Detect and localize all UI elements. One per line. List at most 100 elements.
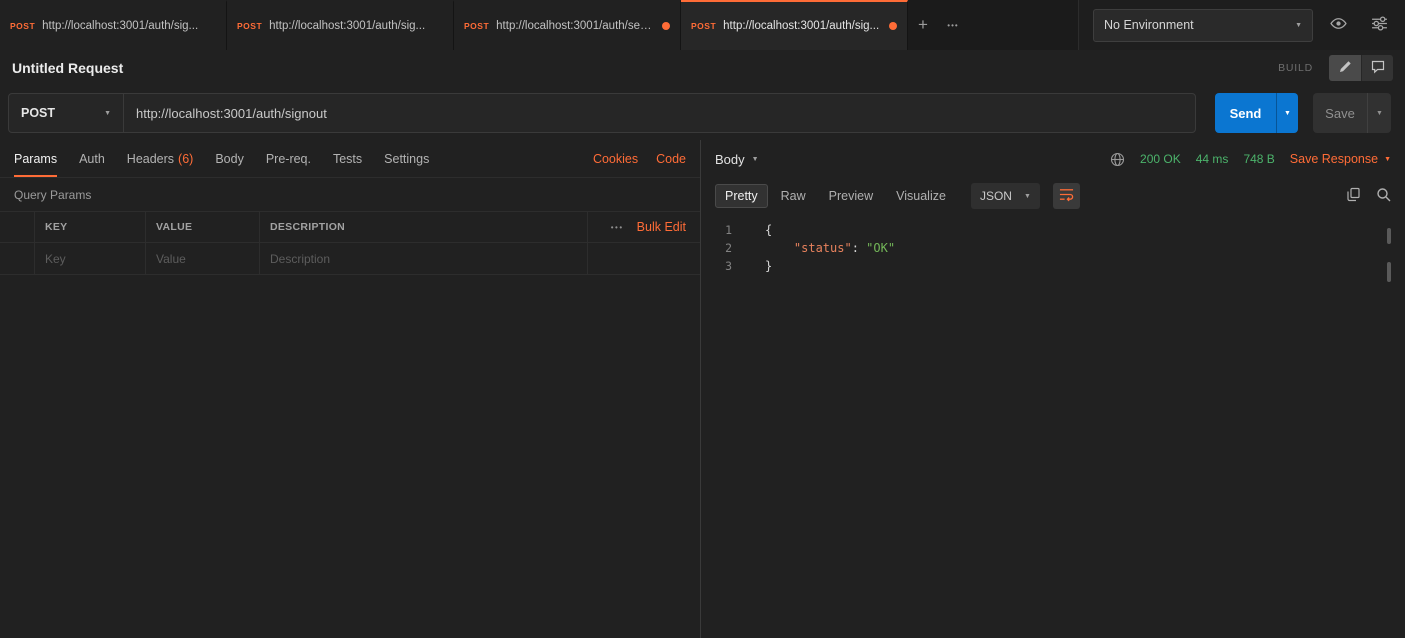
response-stats: 200 OK 44 ms 748 B Save Response ▼	[1110, 152, 1391, 167]
code-link[interactable]: Code	[656, 152, 686, 166]
new-tab-button[interactable]: +	[908, 0, 938, 50]
chevron-down-icon: ▼	[1295, 22, 1302, 29]
environment-selector[interactable]: No Environment ▼	[1093, 9, 1313, 42]
chevron-down-icon: ▼	[1376, 110, 1383, 117]
tab-settings[interactable]: Settings	[384, 140, 429, 177]
title-actions-group	[1329, 55, 1393, 81]
view-tab-visualize[interactable]: Visualize	[886, 184, 956, 208]
param-value-input[interactable]	[156, 252, 249, 266]
environment-area: No Environment ▼	[1078, 0, 1405, 50]
response-line-numbers: 123	[701, 221, 749, 638]
request-panel: Params Auth Headers (6) Body Pre-req. Te…	[0, 140, 701, 638]
copy-icon	[1346, 187, 1361, 205]
params-menu-icon[interactable]: •••	[611, 223, 624, 232]
request-tab-3[interactable]: POST http://localhost:3001/auth/ses...	[454, 0, 681, 50]
save-options-button[interactable]: ▼	[1367, 93, 1391, 133]
pencil-icon	[1338, 60, 1352, 77]
tab-pre-request[interactable]: Pre-req.	[266, 140, 311, 177]
method-selector[interactable]: POST ▼	[9, 94, 124, 132]
search-response-button[interactable]	[1376, 187, 1391, 205]
request-tab-2[interactable]: POST http://localhost:3001/auth/sig...	[227, 0, 454, 50]
chevron-down-icon: ▼	[1024, 193, 1031, 200]
view-tab-preview[interactable]: Preview	[819, 184, 883, 208]
response-format-selector[interactable]: JSON ▼	[971, 183, 1040, 209]
tab-title: http://localhost:3001/auth/sig...	[723, 20, 881, 32]
cookies-link[interactable]: Cookies	[593, 152, 638, 166]
wrap-text-button[interactable]	[1053, 183, 1080, 209]
environment-quick-look-button[interactable]	[1322, 9, 1354, 41]
row-checkbox-cell	[0, 243, 35, 274]
chevron-down-icon: ▼	[752, 156, 759, 163]
column-header-value: VALUE	[156, 221, 192, 233]
response-body-viewer: 123 { "status": "OK"}	[701, 214, 1405, 638]
comments-button[interactable]	[1361, 55, 1393, 81]
response-meta-row: Body ▼ 200 OK 44 ms 748 B Save Response …	[701, 140, 1405, 178]
select-all-cell	[0, 212, 35, 242]
param-description-input[interactable]	[270, 252, 577, 266]
column-header-description: DESCRIPTION	[270, 221, 345, 233]
tab-body[interactable]: Body	[215, 140, 244, 177]
tab-auth[interactable]: Auth	[79, 140, 105, 177]
build-label: BUILD	[1278, 62, 1313, 74]
request-title-row: Untitled Request BUILD	[0, 50, 1405, 86]
request-tabs-links: Cookies Code	[593, 152, 686, 166]
chevron-down-icon: ▼	[1384, 156, 1391, 163]
title-row-actions: BUILD	[1278, 55, 1393, 81]
unsaved-changes-dot	[662, 22, 670, 30]
chevron-down-icon: ▼	[1284, 110, 1291, 117]
tab-params[interactable]: Params	[14, 140, 57, 177]
comment-icon	[1371, 60, 1385, 77]
request-tabs-bar: Params Auth Headers (6) Body Pre-req. Te…	[0, 140, 700, 178]
query-params-table: KEY VALUE DESCRIPTION ••• Bulk Edit	[0, 211, 700, 275]
network-info-icon[interactable]	[1110, 152, 1125, 167]
method-label: POST	[21, 106, 55, 120]
param-key-input[interactable]	[45, 252, 135, 266]
response-body-selector[interactable]: Body ▼	[715, 152, 759, 167]
params-empty-row	[0, 243, 700, 275]
send-button[interactable]: Send	[1215, 93, 1276, 133]
tab-options-button[interactable]: •••	[938, 0, 968, 50]
method-badge: POST	[691, 21, 716, 31]
chevron-down-icon: ▼	[104, 110, 111, 117]
params-header-row: KEY VALUE DESCRIPTION ••• Bulk Edit	[0, 211, 700, 243]
environment-settings-button[interactable]	[1363, 9, 1395, 41]
response-toolbar-right	[1346, 187, 1391, 205]
tab-label: Pre-req.	[266, 152, 311, 166]
tab-title: http://localhost:3001/auth/ses...	[496, 20, 654, 32]
tab-label: Body	[215, 152, 244, 166]
request-title: Untitled Request	[12, 60, 123, 76]
plus-icon: +	[918, 15, 928, 35]
more-icon: •••	[947, 21, 958, 30]
method-badge: POST	[10, 21, 35, 31]
url-input[interactable]	[124, 94, 1195, 132]
format-label: JSON	[980, 189, 1012, 203]
eye-icon	[1330, 15, 1347, 35]
save-response-button[interactable]: Save Response ▼	[1290, 152, 1391, 166]
view-tab-pretty[interactable]: Pretty	[715, 184, 768, 208]
view-tab-raw[interactable]: Raw	[771, 184, 816, 208]
save-button[interactable]: Save	[1313, 93, 1367, 133]
response-body-label: Body	[715, 152, 745, 167]
response-view-toolbar: Pretty Raw Preview Visualize JSON ▼	[701, 178, 1405, 214]
response-scrollbar-mark[interactable]	[1387, 262, 1391, 282]
tab-title: http://localhost:3001/auth/sig...	[269, 20, 443, 32]
request-tab-4-active[interactable]: POST http://localhost:3001/auth/sig...	[681, 0, 908, 50]
edit-request-button[interactable]	[1329, 55, 1361, 81]
tab-tests[interactable]: Tests	[333, 140, 362, 177]
row-actions-cell	[588, 243, 700, 274]
url-bar-row: POST ▼ Send ▼ Save ▼	[0, 86, 1405, 140]
response-panel: Body ▼ 200 OK 44 ms 748 B Save Response …	[701, 140, 1405, 638]
send-options-button[interactable]: ▼	[1276, 93, 1298, 133]
response-code[interactable]: { "status": "OK"}	[749, 221, 895, 638]
sliders-icon	[1371, 15, 1388, 35]
request-tab-1[interactable]: POST http://localhost:3001/auth/sig...	[0, 0, 227, 50]
response-scrollbar-mark[interactable]	[1387, 228, 1391, 244]
headers-count-badge: (6)	[178, 152, 193, 166]
tab-label: Headers	[127, 152, 174, 166]
tab-title: http://localhost:3001/auth/sig...	[42, 20, 216, 32]
main-split: Params Auth Headers (6) Body Pre-req. Te…	[0, 140, 1405, 638]
unsaved-changes-dot	[889, 22, 897, 30]
tab-headers[interactable]: Headers (6)	[127, 140, 194, 177]
copy-response-button[interactable]	[1346, 187, 1361, 205]
bulk-edit-link[interactable]: Bulk Edit	[637, 220, 686, 234]
